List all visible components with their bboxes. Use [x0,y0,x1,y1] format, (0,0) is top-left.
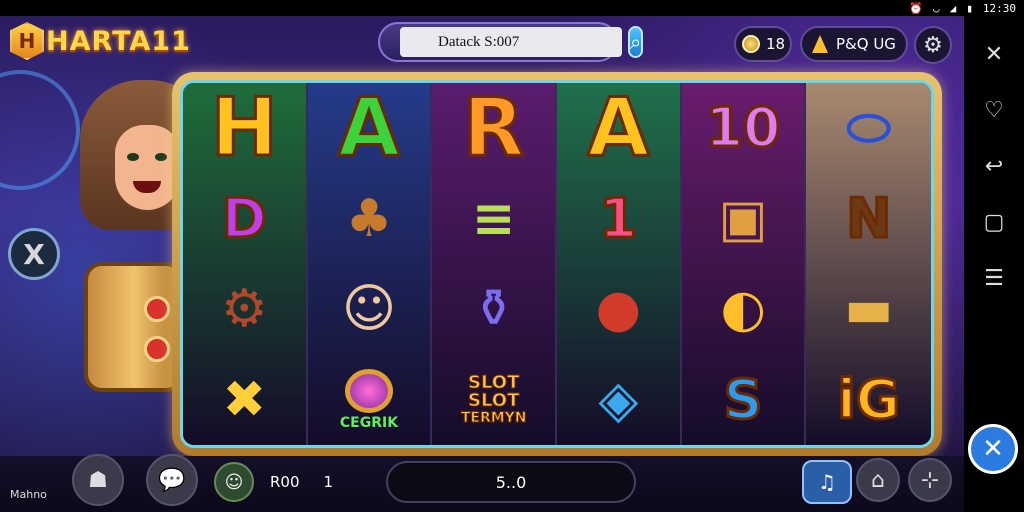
status-bar: ⏰ ◡ ◢ ▮ 12:30 [0,0,1024,16]
balance-display[interactable]: P&Q UG [800,26,908,62]
cannon-icon: ⚙ [221,279,268,340]
status-icons: ⏰ ◡ ◢ ▮ 12:30 [909,0,1016,16]
balance-value: P&Q UG [836,35,896,53]
logo-text: HARTA11 [46,25,191,57]
chat-button[interactable]: 💬 [146,454,198,506]
win-display: 5..0 [386,461,636,503]
symbol-letter: H [209,81,279,175]
ring-potion-icon: CEGRIK [319,357,419,443]
symbol-letter: iG [836,367,902,431]
plant-pot-icon: ♣ [345,188,393,249]
barrel-icon [84,262,184,392]
paytable-button[interactable]: ♫ [802,460,852,504]
alarm-icon: ⏰ [909,1,923,15]
menu-icon[interactable]: ☰ [974,258,1014,298]
symbol-letter: R [461,81,526,175]
reels-frame: H D ⚙ ✖ A ♣ ☺ CEGRIK R ≡ ⚱ SLOT SLOT TERMYN A 1 ● ◈ 10 ▣ ◐ S ⬭… [172,72,942,456]
bomb-icon: ● [595,279,642,340]
home-icon[interactable]: ▢ [974,202,1014,242]
symbol-letter: 1 [598,186,639,250]
reel-4: A 1 ● ◈ [557,83,682,445]
bottom-left-label: Mahno [10,488,47,501]
close-icon[interactable]: ✕ [974,34,1014,74]
shield-close-button[interactable]: ✕ [968,424,1018,474]
goblin-face-icon: ☺ [341,279,397,340]
fullscreen-icon: ⊹ [920,467,940,493]
chat-icon: 💬 [158,467,186,493]
backpack-icon: ▣ [718,188,768,249]
ring-icon [345,368,393,413]
wifi-icon: ◡ [933,1,940,15]
reel-6: ⬭ N ▬ iG [806,83,931,445]
x-badge-icon[interactable]: X [8,228,60,280]
symbol-text-line: SLOT [467,390,520,412]
scroll-icon: ≡ [471,188,516,249]
settings-button[interactable]: ⚙ [914,26,952,64]
logo-badge: H [10,22,44,60]
search-icon: ⌕ [630,30,642,54]
character-mouth [133,181,161,193]
character-eye [155,153,167,161]
symbol-letter: A [586,81,651,175]
reels-grid: H D ⚙ ✖ A ♣ ☺ CEGRIK R ≡ ⚱ SLOT SLOT TERMYN A 1 ● ◈ 10 ▣ ◐ S ⬭… [180,80,934,448]
cone-icon [812,35,828,53]
symbol-letter: S [722,367,764,431]
character-eye [127,153,139,161]
golden-fish-icon: ◐ [720,279,766,340]
symbol-letter: A [337,81,402,175]
symbol-letter: N [845,186,893,250]
search-button[interactable]: ⌕ [628,26,644,58]
search-bar: ⌕ [378,22,644,62]
clock: 12:30 [982,1,1016,15]
coin-icon [742,35,760,53]
bet-avatar-icon[interactable]: ☺ [214,462,254,502]
music-note-icon: ♫ [818,470,836,494]
bet-count: 1 [323,473,334,491]
game-logo: H HARTA11 [10,22,191,60]
symbol-text-line: TERMYN [460,410,527,427]
symbol-label: CEGRIK [339,414,399,431]
symbol-letter: 10 [704,96,782,160]
slot-termyn-symbol: SLOT SLOT TERMYN [444,357,544,443]
coins-counter[interactable]: 18 [734,26,792,62]
home-button[interactable]: ⌂ [856,458,900,502]
house-icon: ⌂ [871,467,885,493]
search-input[interactable] [400,27,622,57]
potion-jar-icon: ⚱ [471,279,516,340]
gear-icon: ⚙ [923,32,943,58]
barrel-dot [144,296,170,322]
profile-icon: ☗ [88,467,108,493]
background-ring [0,70,80,190]
treasure-tray-icon: ▬ [844,279,894,340]
coins-value: 18 [766,35,786,53]
blue-capsule-icon: ⬭ [846,97,891,158]
reel-1: H D ⚙ ✖ [183,83,308,445]
bet-label: R00 [270,473,300,491]
bet-control: ☺ R00 1 [214,460,374,504]
battery-icon: ▮ [966,1,973,15]
win-value: 5..0 [495,472,527,492]
reel-5: 10 ▣ ◐ S [681,83,807,445]
symbol-letter: D [220,186,268,250]
character-face [115,125,180,210]
back-icon[interactable]: ↩ [974,146,1014,186]
reel-3: R ≡ ⚱ SLOT SLOT TERMYN [432,81,558,445]
signal-icon: ◢ [949,1,957,15]
heart-icon[interactable]: ♡ [974,90,1014,130]
gem-frame-icon: ◈ [598,369,639,430]
profile-button[interactable]: ☗ [72,454,124,506]
fullscreen-button[interactable]: ⊹ [908,458,952,502]
reel-2: A ♣ ☺ CEGRIK [307,81,433,445]
barrel-dot [144,336,170,362]
bone-icon: ✖ [222,369,267,430]
x-icon: ✕ [982,434,1004,464]
